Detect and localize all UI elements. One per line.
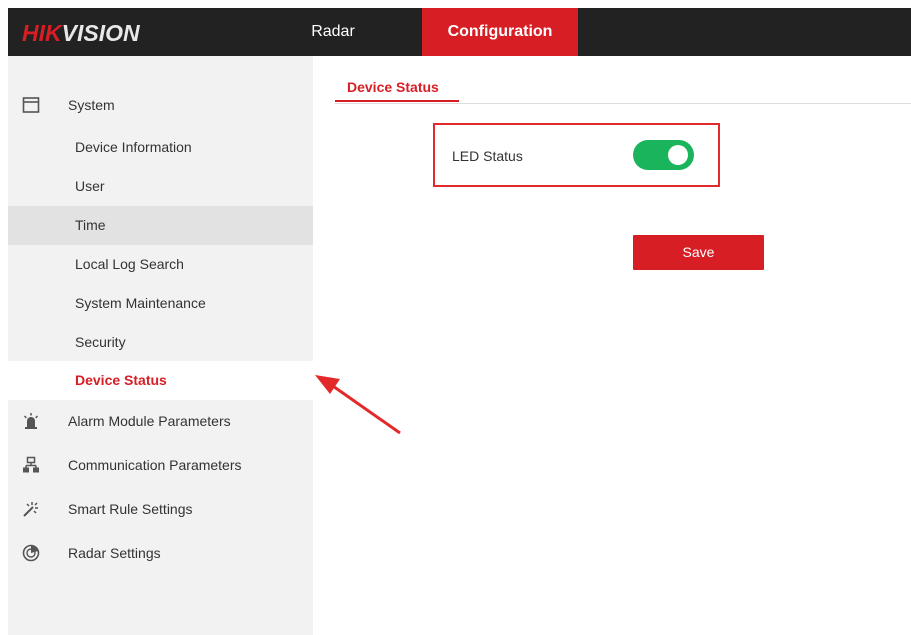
toggle-knob xyxy=(668,145,688,165)
tab-divider xyxy=(335,103,911,104)
sidebar-item-local-log-search[interactable]: Local Log Search xyxy=(8,245,313,284)
sidebar-group-label: System xyxy=(68,97,115,113)
led-status-toggle[interactable] xyxy=(633,140,694,170)
tab-device-status[interactable]: Device Status xyxy=(335,70,459,102)
sidebar-item-system-maintenance[interactable]: System Maintenance xyxy=(8,284,313,323)
alarm-light-icon xyxy=(22,412,40,430)
sidebar-item-device-status[interactable]: Device Status xyxy=(8,361,313,400)
sidebar-item-device-information[interactable]: Device Information xyxy=(8,128,313,167)
sidebar-item-time[interactable]: Time xyxy=(8,206,313,245)
sidebar-group-communication-parameters[interactable]: Communication Parameters xyxy=(8,446,313,486)
sidebar-group-smart-rule-settings[interactable]: Smart Rule Settings xyxy=(8,490,313,530)
window-icon xyxy=(22,96,40,114)
sidebar: System Device Information User Time Loca… xyxy=(8,56,313,635)
led-status-label: LED Status xyxy=(452,148,523,164)
sidebar-item-security[interactable]: Security xyxy=(8,323,313,362)
tab-radar[interactable]: Radar xyxy=(308,8,358,56)
hikvision-logo: HIKVISION xyxy=(22,20,140,46)
sidebar-item-user[interactable]: User xyxy=(8,167,313,206)
smart-rule-icon xyxy=(22,500,40,518)
sidebar-group-alarm-module-parameters[interactable]: Alarm Module Parameters xyxy=(8,402,313,442)
sidebar-group-system[interactable]: System xyxy=(8,86,313,126)
network-icon xyxy=(22,456,40,474)
sidebar-group-radar-settings[interactable]: Radar Settings xyxy=(8,534,313,574)
top-navigation-bar: HIKVISION Radar Configuration xyxy=(8,8,911,56)
radar-icon xyxy=(22,544,40,562)
tab-configuration[interactable]: Configuration xyxy=(422,8,578,56)
save-button[interactable]: Save xyxy=(633,235,764,270)
